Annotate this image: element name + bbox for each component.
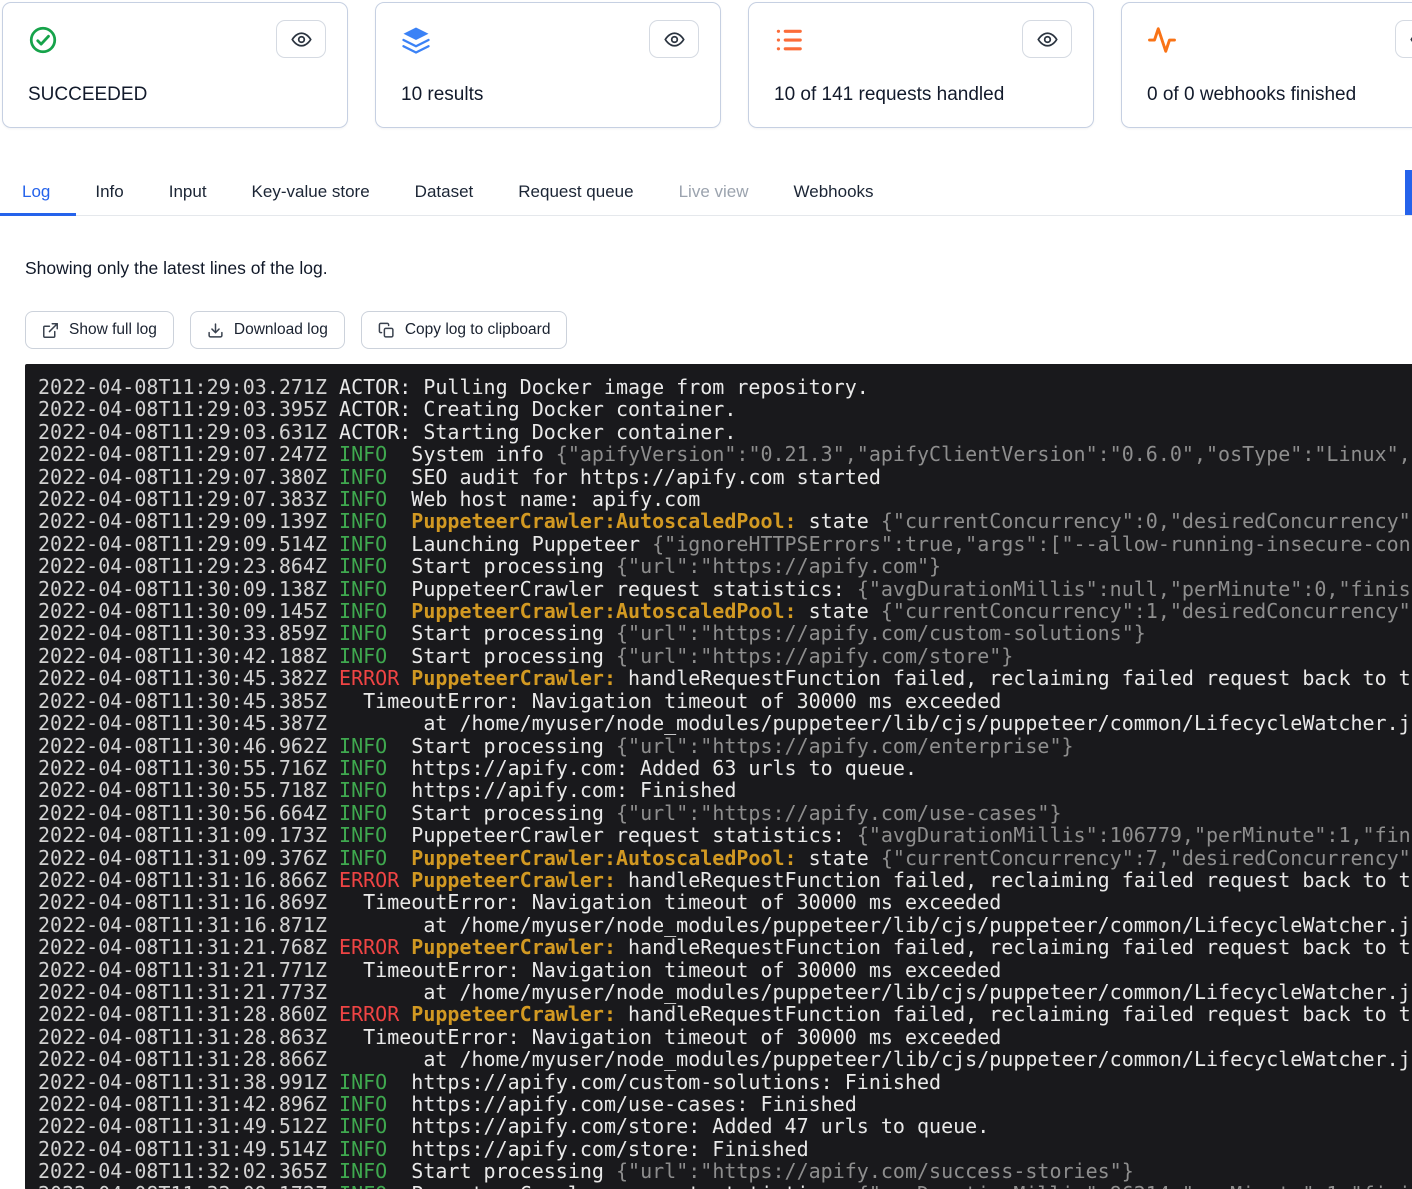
status-card-results[interactable]: 10 results [375, 2, 721, 128]
log-line: 2022-04-08T11:29:07.383Z INFO Web host n… [38, 488, 1412, 510]
button-label: Show full log [69, 321, 157, 339]
log-actions-row: Show full log Download log Copy log to cli… [25, 311, 1412, 349]
view-results-button[interactable] [649, 20, 699, 58]
tab-overflow-indicator [1405, 170, 1412, 215]
card-label: SUCCEEDED [28, 84, 147, 106]
log-line: 2022-04-08T11:31:09.173Z INFO PuppeteerC… [38, 824, 1412, 846]
tab-webhooks-tab[interactable]: Webhooks [794, 169, 874, 215]
tab-info[interactable]: Info [95, 169, 123, 215]
log-line: 2022-04-08T11:29:23.864Z INFO Start proc… [38, 555, 1412, 577]
card-label: 0 of 0 webhooks finished [1147, 84, 1356, 106]
log-line: 2022-04-08T11:31:09.376Z INFO PuppeteerC… [38, 847, 1412, 869]
log-line: 2022-04-08T11:31:16.871Z at /home/myuser… [38, 914, 1412, 936]
log-line: 2022-04-08T11:29:07.380Z INFO SEO audit … [38, 466, 1412, 488]
log-line: 2022-04-08T11:31:28.863Z TimeoutError: N… [38, 1026, 1412, 1048]
list-icon [774, 25, 804, 55]
log-line: 2022-04-08T11:31:16.869Z TimeoutError: N… [38, 891, 1412, 913]
log-line: 2022-04-08T11:29:09.514Z INFO Launching … [38, 533, 1412, 555]
view-webhooks-button[interactable] [1395, 20, 1412, 58]
log-line: 2022-04-08T11:31:21.773Z at /home/myuser… [38, 981, 1412, 1003]
layers-icon [401, 25, 431, 55]
external-link-icon [42, 322, 59, 339]
log-line: 2022-04-08T11:30:09.145Z INFO PuppeteerC… [38, 600, 1412, 622]
log-line: 2022-04-08T11:31:28.866Z at /home/myuser… [38, 1048, 1412, 1070]
log-line: 2022-04-08T11:30:45.382Z ERROR Puppeteer… [38, 667, 1412, 689]
log-line: 2022-04-08T11:30:55.716Z INFO https://ap… [38, 757, 1412, 779]
tab-dataset[interactable]: Dataset [415, 169, 474, 215]
tab-input[interactable]: Input [169, 169, 207, 215]
log-line: 2022-04-08T11:30:55.718Z INFO https://ap… [38, 779, 1412, 801]
tab-log[interactable]: Log [22, 169, 50, 215]
tab-request-queue[interactable]: Request queue [518, 169, 633, 215]
view-requests-button[interactable] [1022, 20, 1072, 58]
log-line: 2022-04-08T11:29:03.395Z ACTOR: Creating… [38, 398, 1412, 420]
log-line: 2022-04-08T11:31:49.514Z INFO https://ap… [38, 1138, 1412, 1160]
log-line: 2022-04-08T11:31:16.866Z ERROR Puppeteer… [38, 869, 1412, 891]
log-line: 2022-04-08T11:31:21.768Z ERROR Puppeteer… [38, 936, 1412, 958]
log-line: 2022-04-08T11:31:21.771Z TimeoutError: N… [38, 959, 1412, 981]
tab-bar: Log Info Input Key-value store Dataset Reques… [0, 169, 1412, 216]
eye-icon [291, 29, 312, 50]
status-card-webhooks[interactable]: 0 of 0 webhooks finished [1121, 2, 1412, 128]
log-line: 2022-04-08T11:29:03.631Z ACTOR: Starting… [38, 421, 1412, 443]
download-icon [207, 322, 224, 339]
log-line: 2022-04-08T11:30:09.138Z INFO PuppeteerC… [38, 578, 1412, 600]
pulse-icon [1147, 25, 1177, 55]
log-line: 2022-04-08T11:31:49.512Z INFO https://ap… [38, 1115, 1412, 1137]
copy-icon [378, 322, 395, 339]
log-line: 2022-04-08T11:31:38.991Z INFO https://ap… [38, 1071, 1412, 1093]
log-line: 2022-04-08T11:30:42.188Z INFO Start proc… [38, 645, 1412, 667]
status-card-requests[interactable]: 10 of 141 requests handled [748, 2, 1094, 128]
log-line: 2022-04-08T11:31:42.896Z INFO https://ap… [38, 1093, 1412, 1115]
eye-icon [1037, 29, 1058, 50]
status-card-status[interactable]: SUCCEEDED [2, 2, 348, 128]
show-full-log-button[interactable]: Show full log [25, 311, 174, 349]
status-cards-row: SUCCEEDED 10 results 10 of 141 requests ha… [0, 0, 1412, 128]
button-label: Copy log to clipboard [405, 321, 551, 339]
log-note: Showing only the latest lines of the log… [25, 258, 1412, 279]
log-line: 2022-04-08T11:30:45.385Z TimeoutError: N… [38, 690, 1412, 712]
log-line: 2022-04-08T11:30:33.859Z INFO Start proc… [38, 622, 1412, 644]
log-line: 2022-04-08T11:29:09.139Z INFO PuppeteerC… [38, 510, 1412, 532]
card-label: 10 results [401, 84, 483, 106]
download-log-button[interactable]: Download log [190, 311, 345, 349]
log-line: 2022-04-08T11:32:09.172Z INFO PuppeteerC… [38, 1183, 1412, 1189]
log-terminal[interactable]: 2022-04-08T11:29:03.271Z ACTOR: Pulling … [25, 364, 1412, 1189]
log-line: 2022-04-08T11:29:03.271Z ACTOR: Pulling … [38, 376, 1412, 398]
tab-live-view[interactable]: Live view [679, 169, 749, 215]
button-label: Download log [234, 321, 328, 339]
card-label: 10 of 141 requests handled [774, 84, 1004, 106]
log-line: 2022-04-08T11:30:56.664Z INFO Start proc… [38, 802, 1412, 824]
view-status-button[interactable] [276, 20, 326, 58]
log-line: 2022-04-08T11:29:07.247Z INFO System inf… [38, 443, 1412, 465]
tab-key-value-store[interactable]: Key-value store [252, 169, 370, 215]
check-circle-icon [28, 25, 58, 55]
log-line: 2022-04-08T11:30:46.962Z INFO Start proc… [38, 735, 1412, 757]
log-line: 2022-04-08T11:32:02.365Z INFO Start proc… [38, 1160, 1412, 1182]
log-line: 2022-04-08T11:31:28.860Z ERROR Puppeteer… [38, 1003, 1412, 1025]
eye-icon [664, 29, 685, 50]
log-line: 2022-04-08T11:30:45.387Z at /home/myuser… [38, 712, 1412, 734]
copy-log-button[interactable]: Copy log to clipboard [361, 311, 568, 349]
